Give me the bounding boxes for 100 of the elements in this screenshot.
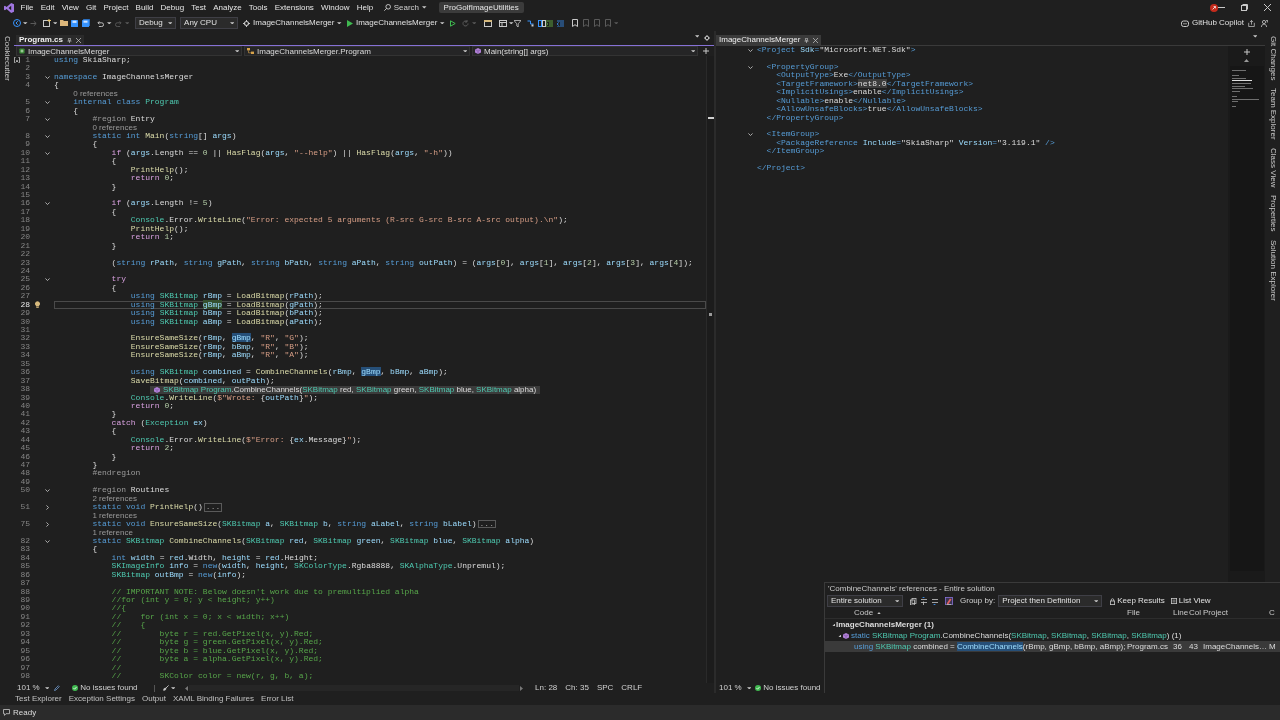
caret-icon[interactable]: [509, 21, 514, 25]
chevron-down-icon[interactable]: [44, 278, 50, 282]
folder-icon[interactable]: [60, 20, 68, 26]
chevron-down-icon[interactable]: [747, 133, 753, 137]
caret-icon[interactable]: [229, 21, 235, 25]
step-icon[interactable]: [526, 19, 534, 27]
chevron-down-icon[interactable]: [44, 151, 50, 155]
tool-window-tab[interactable]: Error List: [261, 694, 294, 704]
share-icon[interactable]: [1248, 19, 1255, 27]
menu-item[interactable]: View: [58, 2, 83, 13]
group-by-dropdown[interactable]: Project then Definition: [998, 595, 1103, 607]
tool-window-tab[interactable]: Git Changes: [1268, 36, 1277, 81]
chevron-down-icon[interactable]: [44, 489, 50, 493]
brush-icon[interactable]: [162, 685, 169, 691]
save-all-icon[interactable]: [82, 19, 90, 27]
caret-icon[interactable]: [440, 21, 445, 25]
line-indicator[interactable]: Ln: 28: [535, 683, 558, 693]
caret-icon[interactable]: [44, 686, 50, 690]
expander-icon[interactable]: [831, 622, 836, 627]
editor-tab[interactable]: Program.cs: [16, 35, 85, 45]
list-view-button[interactable]: List View: [1170, 596, 1211, 606]
horizontal-scrollbar[interactable]: [189, 685, 520, 691]
tree-row[interactable]: ImageChannelsMerger (1): [825, 619, 1280, 630]
panel-icon[interactable]: [537, 19, 546, 27]
plus-icon[interactable]: [1243, 49, 1250, 55]
pin-icon[interactable]: [804, 37, 810, 43]
profile-icon[interactable]: [1210, 3, 1218, 12]
outline-play-icon[interactable]: [449, 19, 456, 27]
chevron-down-icon[interactable]: [44, 100, 50, 104]
menu-item[interactable]: Help: [353, 2, 377, 13]
caret-icon[interactable]: [107, 21, 112, 25]
tree-row[interactable]: using SKBitmap combined = CombineChannels(rBmp, gBmp, bBmp, aBmp); Program.cs 36 43 ImageChannels… M: [825, 641, 1280, 652]
menu-item[interactable]: Extensions: [271, 2, 318, 13]
chevron-down-icon[interactable]: [747, 65, 753, 69]
column-header[interactable]: Code: [854, 608, 874, 618]
menu-item[interactable]: Analyze: [209, 2, 246, 13]
person-icon[interactable]: [1261, 19, 1268, 27]
collapsed-code-marker[interactable]: ...: [477, 520, 496, 529]
pin-icon[interactable]: [67, 37, 73, 43]
lightbulb-icon[interactable]: [34, 301, 40, 309]
close-icon[interactable]: [76, 37, 82, 43]
issues-indicator[interactable]: No issues found: [755, 683, 821, 693]
tool-window-tab[interactable]: Exception Settings: [68, 694, 135, 704]
menu-item[interactable]: Window: [317, 2, 354, 13]
chevron-down-icon[interactable]: [747, 48, 753, 52]
reference-count[interactable]: 0 references: [92, 123, 137, 132]
issues-indicator[interactable]: No issues found: [72, 683, 138, 693]
back-icon[interactable]: [13, 19, 21, 27]
column-header[interactable]: Project: [1203, 608, 1228, 618]
plus-icon[interactable]: [703, 48, 709, 54]
menu-item[interactable]: Debug: [156, 2, 188, 13]
configuration-dropdown[interactable]: Debug: [135, 17, 177, 29]
sort-arrow-icon[interactable]: [877, 611, 882, 615]
indent-icon[interactable]: [545, 19, 553, 27]
tool-window-tab[interactable]: Solution Explorer: [1268, 239, 1277, 301]
chevron-down-icon[interactable]: [44, 117, 50, 121]
zoom-dropdown[interactable]: 101 %: [17, 683, 50, 693]
close-icon[interactable]: [813, 37, 819, 43]
copy-icon[interactable]: [909, 596, 917, 606]
keep-results-button[interactable]: Keep Results: [1110, 596, 1165, 606]
chevron-down-icon[interactable]: [44, 134, 50, 138]
logo-icon[interactable]: [4, 2, 14, 13]
window-icon[interactable]: [499, 19, 508, 27]
menu-item[interactable]: Project: [99, 2, 132, 13]
column-header[interactable]: File: [1127, 608, 1140, 618]
navigation-dropdown[interactable]: Main(string[] args): [472, 46, 698, 56]
caret-icon[interactable]: [694, 35, 699, 38]
arrow-down-list-icon[interactable]: [931, 596, 939, 606]
restore-icon[interactable]: [1241, 4, 1248, 11]
caret-icon[interactable]: [746, 686, 752, 690]
pencil-icon[interactable]: [54, 685, 61, 691]
menu-item[interactable]: Build: [131, 2, 157, 13]
tool-window-tab[interactable]: Test Explorer: [15, 694, 62, 704]
chevron-down-icon[interactable]: [44, 539, 50, 543]
caret-icon[interactable]: [167, 21, 173, 25]
platform-dropdown[interactable]: Any CPU: [180, 17, 239, 29]
chevron-right-icon[interactable]: [45, 504, 49, 510]
copilot-button[interactable]: GitHub Copilot: [1180, 18, 1244, 28]
scope-dropdown[interactable]: Entire solution: [827, 595, 903, 607]
startup-project-dropdown[interactable]: ImageChannelsMerger: [243, 18, 342, 28]
menu-item[interactable]: Test: [187, 2, 210, 13]
column-header[interactable]: Col: [1189, 608, 1201, 618]
tool-window-tab[interactable]: Cookiecutter: [2, 36, 12, 81]
undo-icon[interactable]: [97, 19, 104, 27]
editor-tab[interactable]: ImageChannelsMerger: [716, 35, 822, 45]
caret-icon[interactable]: [422, 6, 427, 9]
arrow-up-list-icon[interactable]: [920, 596, 928, 606]
menu-item[interactable]: Edit: [37, 2, 59, 13]
caret-icon[interactable]: [23, 21, 28, 25]
reference-count[interactable]: 2 references: [92, 494, 137, 504]
tool-window-tab[interactable]: Team Explorer: [1268, 88, 1277, 141]
close-icon[interactable]: [1264, 4, 1271, 11]
navigation-dropdown[interactable]: ImageChannelsMerger: [16, 46, 242, 56]
save-icon[interactable]: [71, 19, 78, 27]
caret-icon[interactable]: [234, 49, 239, 53]
chevron-right-icon[interactable]: [45, 521, 49, 527]
tool-window-tab[interactable]: XAML Binding Failures: [172, 694, 255, 704]
filter-icon[interactable]: [513, 19, 521, 27]
whitespace-indicator[interactable]: SPC: [596, 683, 614, 693]
bracket-icon[interactable]: [14, 57, 20, 64]
